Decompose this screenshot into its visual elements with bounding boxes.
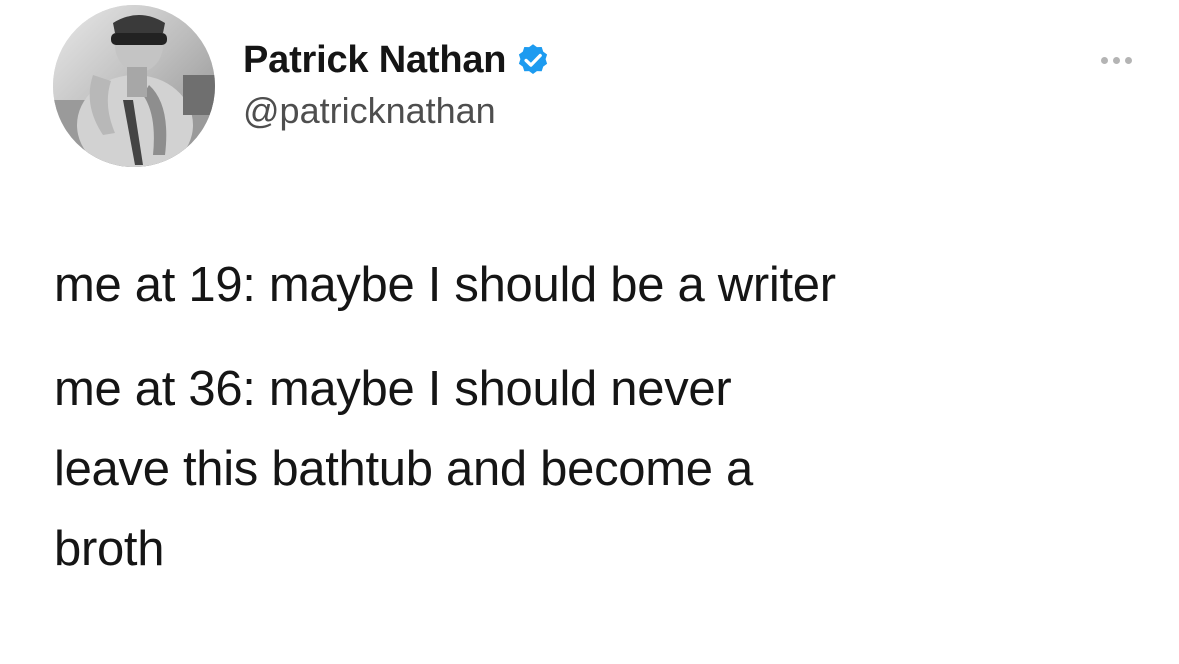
author-name-row: Patrick Nathan (243, 34, 551, 86)
tweet-text-line: leave this bathtub and become a (54, 442, 753, 496)
more-horizontal-icon-dot (1124, 56, 1132, 64)
avatar-photo (53, 5, 215, 167)
more-horizontal-icon-dot (1112, 56, 1120, 64)
author-handle[interactable]: @patricknathan (243, 90, 496, 132)
tweet-text-line: me at 36: maybe I should never (54, 362, 732, 416)
tweet-card: Patrick Nathan @patricknathan me at 19: … (0, 0, 1179, 664)
verified-badge-icon (515, 42, 551, 78)
author-display-name[interactable]: Patrick Nathan (243, 39, 506, 82)
tweet-text-line: broth (54, 522, 165, 576)
author-avatar[interactable] (53, 5, 215, 167)
tweet-text-line: me at 19: maybe I should be a writer (54, 258, 836, 312)
tweet-text: me at 19: maybe I should be a writer me … (54, 245, 1154, 589)
more-horizontal-icon (1100, 56, 1108, 64)
more-options-button[interactable] (1090, 48, 1142, 72)
